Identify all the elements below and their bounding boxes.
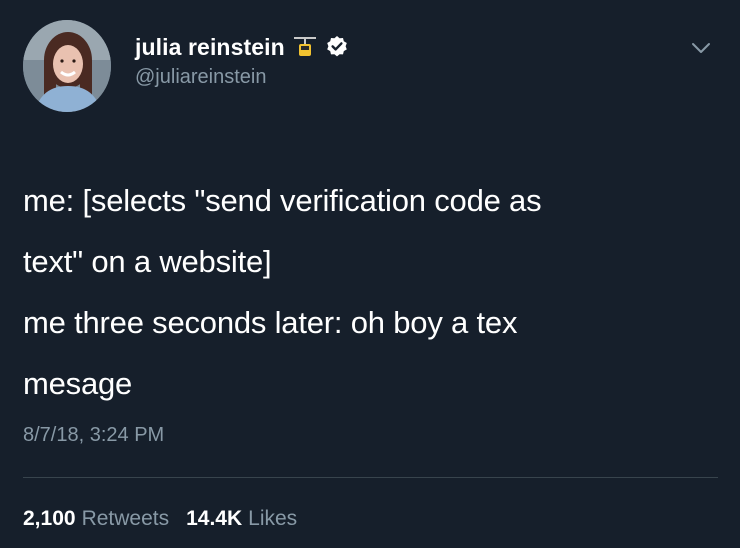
- cable-car-icon: [293, 34, 316, 60]
- avatar-photo: [23, 20, 111, 112]
- tweet-header: julia reinstein @juliareinstein: [135, 32, 349, 89]
- handle[interactable]: @juliareinstein: [135, 66, 349, 89]
- retweets-stat[interactable]: 2,100 Retweets: [23, 507, 169, 531]
- verified-icon: [325, 35, 349, 59]
- tweet-text: me: [selects "send verification code as …: [23, 170, 713, 414]
- avatar[interactable]: [23, 20, 111, 112]
- likes-count: 14.4K: [186, 507, 243, 530]
- chevron-down-icon[interactable]: [690, 40, 712, 56]
- tweet-text-line: me: [selects "send verification code as: [23, 183, 542, 218]
- likes-stat[interactable]: 14.4K Likes: [186, 507, 297, 531]
- retweets-count: 2,100: [23, 507, 76, 530]
- tweet-text-line: text" on a website]: [23, 244, 272, 279]
- display-name[interactable]: julia reinstein: [135, 34, 285, 61]
- tweet-text-line: me three seconds later: oh boy a tex: [23, 305, 518, 340]
- likes-label: Likes: [248, 507, 298, 530]
- name-row: julia reinstein: [135, 32, 349, 62]
- engagement-stats: 2,100 Retweets 14.4K Likes: [23, 507, 297, 531]
- retweets-label: Retweets: [81, 507, 170, 530]
- tweet-text-line: mesage: [23, 366, 133, 401]
- timestamp[interactable]: 8/7/18, 3:24 PM: [23, 424, 164, 447]
- divider: [23, 477, 718, 478]
- tweet-card: julia reinstein @juliareinstein me: [sel…: [0, 0, 740, 548]
